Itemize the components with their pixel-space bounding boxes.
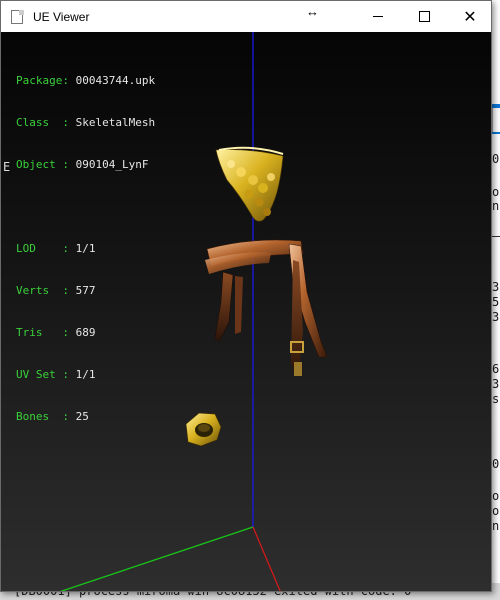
- maximize-button[interactable]: [401, 1, 447, 32]
- lod-value: 1/1: [75, 242, 96, 255]
- console-fragment: n: [492, 199, 500, 213]
- window-title: UE Viewer: [33, 9, 90, 24]
- background-window-input: [492, 108, 500, 132]
- console-fragment: 6: [492, 362, 500, 376]
- verts-value: 577: [75, 284, 96, 297]
- close-button[interactable]: ✕: [447, 1, 491, 32]
- app-icon: [10, 9, 26, 25]
- console-fragment: s: [492, 392, 500, 406]
- console-fragment: 3: [492, 280, 500, 294]
- maximize-icon: [418, 11, 430, 22]
- console-fragment: 5: [492, 295, 500, 309]
- bones-label: Bones :: [16, 410, 69, 423]
- resize-cursor-icon: ↔: [306, 4, 319, 19]
- uvset-label: UV Set :: [16, 368, 69, 381]
- minimize-button[interactable]: [355, 1, 401, 32]
- left-edge-fragment: E: [3, 160, 11, 174]
- console-fragment: o: [492, 185, 500, 199]
- bones-value: 25: [75, 410, 89, 423]
- console-fragment: o: [492, 504, 500, 518]
- uvset-value: 1/1: [75, 368, 96, 381]
- console-fragment: 3: [492, 377, 500, 391]
- class-value: SkeletalMesh: [75, 116, 156, 129]
- package-label: Package:: [16, 74, 69, 87]
- minimize-icon: [373, 16, 383, 17]
- class-label: Class :: [16, 116, 69, 129]
- console-fragment: 3: [492, 310, 500, 324]
- console-fragment: 0: [492, 152, 500, 166]
- title-bar[interactable]: UE Viewer ↔ ✕: [1, 1, 491, 32]
- verts-label: Verts :: [16, 284, 69, 297]
- console-fragment: 0: [492, 457, 500, 471]
- belt-mesh: [205, 239, 328, 377]
- package-value: 00043744.upk: [75, 74, 156, 87]
- y-axis: [59, 526, 254, 591]
- x-axis: [252, 526, 281, 591]
- close-icon: ✕: [463, 7, 477, 26]
- console-fragment: n: [492, 519, 500, 533]
- tris-value: 689: [75, 326, 96, 339]
- console-rule: [492, 236, 500, 237]
- lod-label: LOD :: [16, 242, 69, 255]
- tris-label: Tris :: [16, 326, 69, 339]
- object-value: 090104_LynF: [75, 158, 149, 171]
- mesh-info-panel: Package: 00043744.upk Class : SkeletalMe…: [16, 46, 155, 452]
- ue-viewer-window: UE Viewer ↔ ✕ Package: 00043744.upk Clas…: [0, 0, 492, 592]
- console-fragment: o: [492, 489, 500, 503]
- necklace-mesh: [215, 146, 284, 222]
- object-label: Object :: [16, 158, 69, 171]
- 3d-viewport[interactable]: Package: 00043744.upk Class : SkeletalMe…: [1, 32, 491, 591]
- ring-mesh: [185, 412, 222, 447]
